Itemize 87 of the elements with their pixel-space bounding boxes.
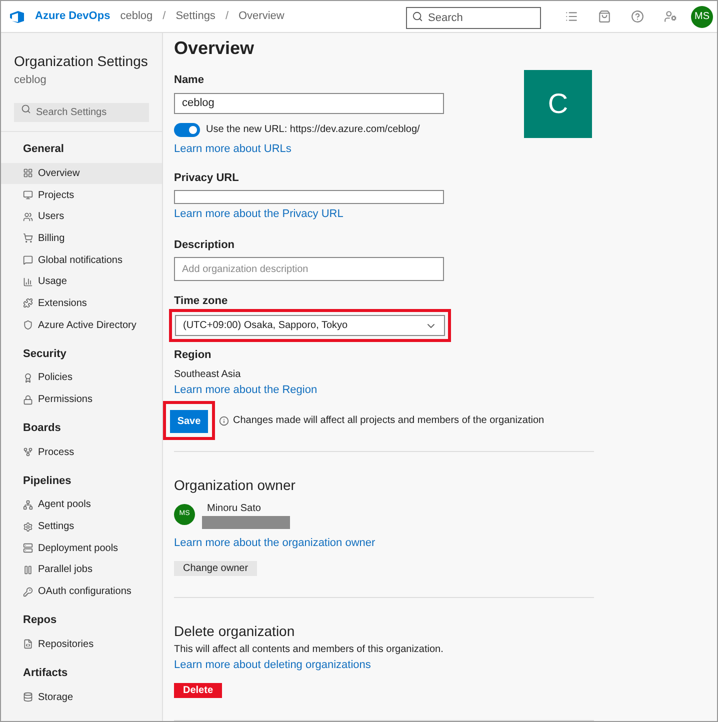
breadcrumb[interactable]: Settings — [176, 8, 216, 25]
privacy-url-field[interactable] — [174, 190, 444, 204]
sidebar-item[interactable]: Users — [1, 206, 162, 228]
item-icon — [23, 447, 33, 458]
toggle-label: Use the new URL: https://dev.azure.com/ceblog/ — [206, 123, 420, 137]
breadcrumb-separator: / — [162, 9, 166, 24]
section-title: Delete organization — [174, 622, 296, 641]
item-icon — [23, 212, 33, 222]
sidebar-item[interactable]: Agent pools — [1, 494, 162, 516]
sidebar-item[interactable]: Azure Active Directory — [1, 314, 162, 336]
section-heading: Security — [22, 346, 68, 362]
item-icon — [23, 190, 33, 200]
help-icon[interactable] — [631, 10, 644, 23]
sidebar-item[interactable]: OAuth configurations — [1, 580, 162, 602]
field-label: Region — [174, 348, 212, 363]
item-icon — [23, 394, 33, 405]
item-icon — [23, 168, 33, 178]
item-icon — [23, 255, 33, 266]
breadcrumb-separator: / — [225, 9, 228, 24]
delete-description: This will affect all contents and members of this organization. — [174, 642, 444, 656]
delete-button[interactable]: Delete — [174, 683, 222, 698]
change-owner-button[interactable]: Change owner — [174, 560, 258, 576]
sidebar-title: Organization Settings — [13, 52, 149, 71]
sidebar-item[interactable]: Deployment pools — [1, 537, 162, 560]
info-icon — [219, 416, 229, 426]
list-icon[interactable] — [565, 10, 578, 23]
product-name[interactable]: Azure DevOps — [35, 8, 110, 25]
breadcrumb[interactable]: Overview — [238, 8, 284, 25]
search-icon — [412, 10, 423, 22]
item-icon — [23, 639, 33, 650]
item-icon — [23, 543, 33, 554]
learn-more-link[interactable]: Learn more about the organization owner — [174, 535, 376, 552]
item-icon — [23, 586, 33, 597]
time-zone-dropdown[interactable]: (UTC+09:00) Osaka, Sapporo, Tokyo — [175, 315, 445, 336]
sidebar-item[interactable]: Usage — [1, 270, 162, 293]
breadcrumb[interactable]: ceblog — [120, 8, 153, 25]
section-title: Organization owner — [174, 476, 296, 495]
field-label: Privacy URL — [174, 170, 240, 186]
item-icon — [23, 500, 33, 510]
learn-more-link[interactable]: Learn more about deleting organizations — [174, 656, 371, 673]
item-icon — [23, 522, 33, 532]
sidebar-item[interactable]: Projects — [1, 184, 162, 206]
section-heading: Pipelines — [22, 474, 72, 489]
sidebar-item[interactable]: Parallel jobs — [1, 559, 162, 581]
sidebar-item[interactable]: Process — [1, 441, 162, 464]
region-value: Southeast Asia — [174, 368, 242, 382]
field-label: Time zone — [174, 294, 229, 308]
section-heading: General — [22, 142, 65, 158]
bag-icon[interactable] — [598, 10, 611, 23]
item-icon — [23, 233, 33, 244]
search-field[interactable]: Search — [406, 6, 541, 28]
sidebar-item[interactable]: Storage — [1, 686, 162, 708]
section-heading: Repos — [22, 613, 58, 628]
sidebar-item[interactable]: Permissions — [1, 388, 162, 410]
sidebar-item[interactable]: Overview — [1, 162, 162, 184]
settings-search-field[interactable]: Search Settings — [14, 102, 149, 122]
name-field[interactable]: ceblog — [174, 92, 444, 114]
field-label: Name — [174, 73, 205, 88]
sidebar-item[interactable]: Billing — [1, 228, 162, 250]
item-icon — [23, 298, 33, 308]
item-icon — [23, 372, 33, 383]
section-heading: Artifacts — [22, 666, 69, 681]
learn-more-link[interactable]: Learn more about URLs — [174, 141, 292, 158]
item-icon — [23, 276, 33, 287]
learn-more-link[interactable]: Learn more about the Region — [174, 382, 318, 398]
item-icon — [23, 320, 33, 330]
user-avatar[interactable]: MS — [691, 6, 713, 28]
logo-icon — [9, 10, 25, 24]
save-note: Changes made will affect all projects and members of the organization — [233, 414, 544, 428]
save-button[interactable]: Save — [170, 410, 208, 433]
sidebar-item[interactable]: Global notifications — [1, 249, 162, 271]
organization-name: ceblog — [13, 73, 48, 88]
field-label: Description — [174, 238, 236, 252]
owner-name: Minoru Sato — [207, 502, 262, 516]
sidebar-item[interactable]: Repositories — [1, 634, 162, 656]
description-field[interactable]: Add organization description — [174, 257, 444, 280]
organization-tile: C — [524, 70, 592, 138]
user-settings-icon[interactable] — [664, 10, 677, 23]
sidebar-item[interactable]: Settings — [1, 516, 162, 538]
toggle-switch[interactable] — [174, 122, 200, 136]
section-heading: Boards — [22, 421, 62, 436]
item-icon — [23, 564, 33, 575]
sidebar-item[interactable]: Policies — [1, 367, 162, 389]
sidebar-item[interactable]: Extensions — [1, 292, 162, 314]
learn-more-link[interactable]: Learn more about the Privacy URL — [174, 206, 344, 222]
page-title: Overview — [174, 37, 256, 60]
item-icon — [23, 692, 33, 702]
